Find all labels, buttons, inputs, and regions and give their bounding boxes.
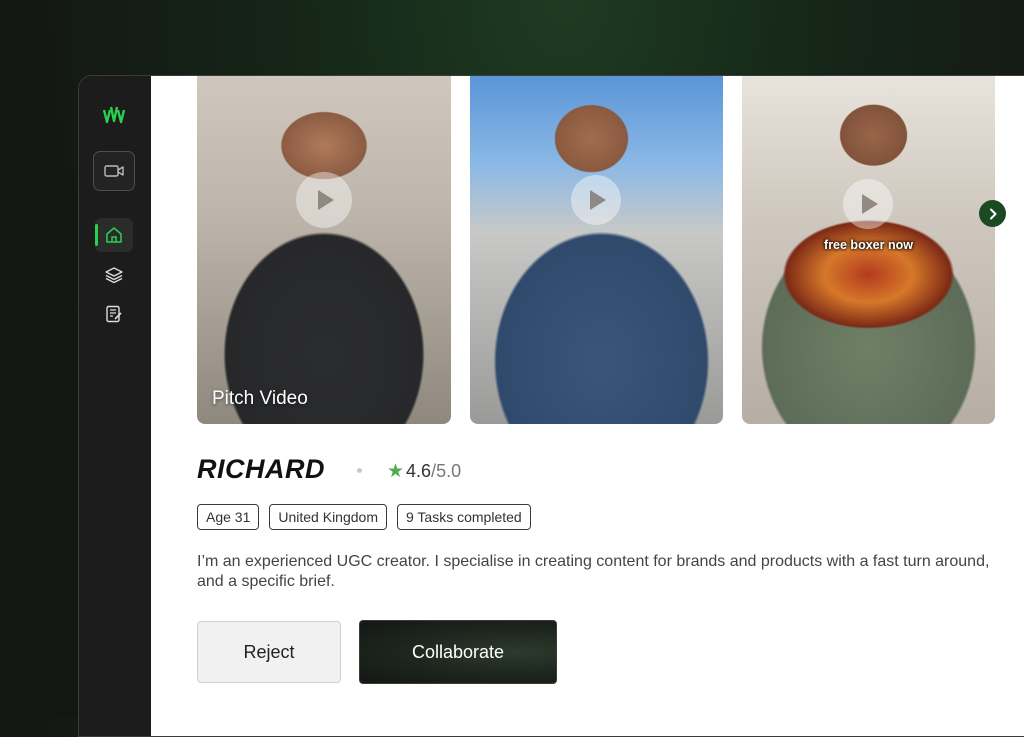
creator-tags: Age 31 United Kingdom 9 Tasks completed bbox=[197, 504, 531, 530]
rating-max: /5.0 bbox=[431, 461, 462, 481]
creator-bio: I’m an experienced UGC creator. I specia… bbox=[197, 553, 990, 590]
video-caption: free boxer now bbox=[824, 238, 913, 252]
video-card-2[interactable] bbox=[470, 76, 723, 424]
play-button[interactable] bbox=[296, 172, 352, 228]
sidebar-item-home[interactable] bbox=[95, 218, 133, 252]
play-button[interactable] bbox=[843, 179, 893, 229]
carousel-next-button[interactable] bbox=[979, 200, 1006, 227]
video-card-pitch[interactable]: Pitch Video bbox=[197, 76, 451, 424]
separator-dot bbox=[357, 468, 362, 473]
play-button[interactable] bbox=[571, 175, 621, 225]
reject-button[interactable]: Reject bbox=[197, 621, 341, 683]
video-camera-icon bbox=[104, 165, 124, 177]
creator-name: RICHARD bbox=[197, 454, 325, 484]
sidebar-item-layers[interactable] bbox=[95, 258, 133, 292]
chevron-right-icon bbox=[989, 208, 996, 219]
layers-icon bbox=[105, 267, 123, 284]
play-icon bbox=[590, 190, 606, 210]
tag-tasks: 9 Tasks completed bbox=[397, 504, 531, 530]
sidebar-item-documents[interactable] bbox=[95, 297, 133, 331]
sidebar bbox=[79, 76, 151, 736]
creator-rating: ★ 4.6/5.0 bbox=[387, 460, 461, 483]
rating-value: 4.6 bbox=[406, 461, 432, 481]
video-button[interactable] bbox=[93, 151, 135, 191]
tag-age: Age 31 bbox=[197, 504, 260, 530]
home-icon bbox=[106, 227, 122, 243]
video-label: Pitch Video bbox=[212, 388, 308, 409]
star-icon: ★ bbox=[387, 461, 405, 482]
brand-logo-icon[interactable] bbox=[101, 102, 127, 128]
video-card-3[interactable]: free boxer now bbox=[742, 76, 995, 424]
play-icon bbox=[862, 194, 878, 214]
play-icon bbox=[318, 190, 334, 210]
tag-country: United Kingdom bbox=[269, 504, 387, 530]
creator-profile-panel: Pitch Video free boxer now RICHARD ★ 4.6… bbox=[151, 76, 1024, 736]
collaborate-button[interactable]: Collaborate bbox=[359, 620, 557, 684]
document-edit-icon bbox=[106, 305, 122, 323]
app-window: Pitch Video free boxer now RICHARD ★ 4.6… bbox=[78, 75, 1024, 737]
